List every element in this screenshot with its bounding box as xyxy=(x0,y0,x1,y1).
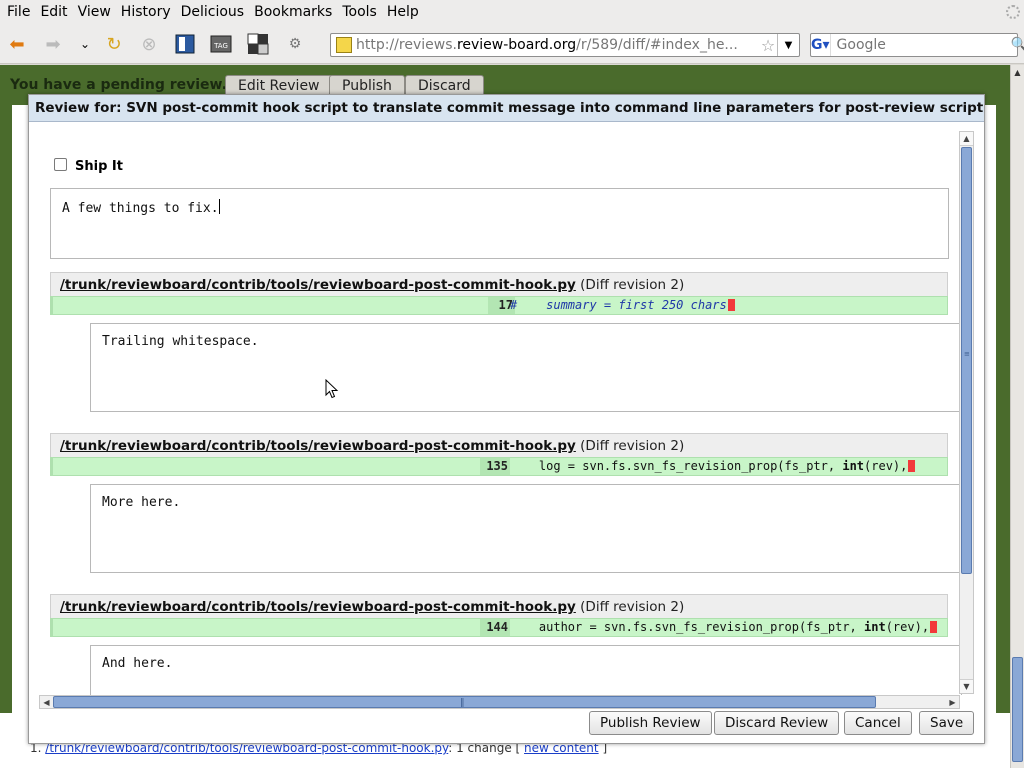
tag-icon[interactable]: TAG xyxy=(210,33,232,55)
diff-line: 144 author = svn.fs.svn_fs_revision_prop… xyxy=(50,618,948,637)
menu-bookmarks[interactable]: Bookmarks xyxy=(249,0,337,25)
pending-review-text: You have a pending review. xyxy=(10,77,227,93)
window-scroll-thumb[interactable] xyxy=(1012,657,1023,762)
menu-tools[interactable]: Tools xyxy=(337,0,382,25)
dialog-vertical-scrollbar[interactable]: ▲ ≡ ▼ xyxy=(959,131,974,694)
ship-it-label: Ship It xyxy=(75,159,123,174)
vertical-scroll-thumb[interactable]: ≡ xyxy=(961,147,972,574)
file-link[interactable]: /trunk/reviewboard/contrib/tools/reviewb… xyxy=(60,277,576,293)
diff-revision: (Diff revision 2) xyxy=(580,599,685,615)
file-header: /trunk/reviewboard/contrib/tools/reviewb… xyxy=(50,272,948,296)
menubar: File Edit View History Delicious Bookmar… xyxy=(0,0,1024,25)
diff-line: 17 # summary = first 250 chars xyxy=(50,296,948,315)
review-dialog: Review for: SVN post-commit hook script … xyxy=(28,94,985,744)
trailing-whitespace-marker xyxy=(727,299,735,311)
scroll-up-icon[interactable]: ▲ xyxy=(1011,65,1024,79)
publish-review-button[interactable]: Publish Review xyxy=(589,711,712,735)
diff-comment: /trunk/reviewboard/contrib/tools/reviewb… xyxy=(50,594,948,637)
body-top-textarea[interactable]: A few things to fix. xyxy=(50,188,949,259)
comment-text: Trailing whitespace. xyxy=(102,334,259,349)
stop-icon[interactable]: ⊗ xyxy=(138,33,160,55)
google-engine-icon[interactable]: G▾ xyxy=(811,34,831,56)
code-text: # summary = first 250 chars xyxy=(510,297,735,314)
code-text: log = svn.fs.svn_fs_revision_prop(fs_ptr… xyxy=(510,458,916,475)
discard-review-button[interactable]: Discard Review xyxy=(714,711,840,735)
svg-text:TAG: TAG xyxy=(213,42,228,50)
extension-icon[interactable]: ⚙ xyxy=(284,33,306,55)
comment-textarea[interactable]: And here. xyxy=(90,645,962,695)
search-input[interactable] xyxy=(830,37,1011,53)
forward-icon[interactable]: ➡ xyxy=(42,33,64,55)
navigation-toolbar: ⬅ ➡ ⌄ ↻ ⊗ TAG ⚙ http://reviews.review-bo… xyxy=(0,25,1024,64)
menu-delicious[interactable]: Delicious xyxy=(176,0,250,25)
ship-it-row: Ship It xyxy=(54,155,123,174)
grip-icon: ≡ xyxy=(964,350,970,358)
line-number: 144 xyxy=(480,619,510,636)
search-icon[interactable]: 🔍 xyxy=(1011,37,1024,53)
url-bar[interactable]: http://reviews.review-board.org/r/589/di… xyxy=(330,33,800,57)
cancel-button[interactable]: Cancel xyxy=(844,711,912,735)
page-left-border xyxy=(0,105,12,713)
url-text[interactable]: http://reviews.review-board.org/r/589/di… xyxy=(356,37,759,53)
diff-line: 135 log = svn.fs.svn_fs_revision_prop(fs… xyxy=(50,457,948,476)
menu-history[interactable]: History xyxy=(116,0,176,25)
dialog-body: Ship It A few things to fix. /trunk/revi… xyxy=(29,123,984,695)
diff-revision: (Diff revision 2) xyxy=(580,438,685,454)
diff-revision: (Diff revision 2) xyxy=(580,277,685,293)
menu-edit[interactable]: Edit xyxy=(35,0,72,25)
throbber-icon xyxy=(1006,5,1020,19)
horizontal-scroll-thumb[interactable]: ‖ xyxy=(53,696,876,708)
window-scrollbar[interactable]: ▲ xyxy=(1010,65,1024,768)
diff-comment: /trunk/reviewboard/contrib/tools/reviewb… xyxy=(50,272,948,315)
page-right-border xyxy=(996,105,1010,713)
file-link[interactable]: /trunk/reviewboard/contrib/tools/reviewb… xyxy=(60,438,576,454)
code-text: author = svn.fs.svn_fs_revision_prop(fs_… xyxy=(510,619,938,636)
trailing-whitespace-marker xyxy=(930,621,938,633)
save-button[interactable]: Save xyxy=(919,711,975,735)
ship-it-checkbox[interactable] xyxy=(54,158,67,171)
scroll-up-icon[interactable]: ▲ xyxy=(960,132,973,146)
dialog-horizontal-scrollbar[interactable]: ◀ ‖ ▶ xyxy=(39,695,960,709)
bookmark-page-icon[interactable] xyxy=(174,33,196,55)
menu-file[interactable]: File xyxy=(2,0,35,25)
file-header: /trunk/reviewboard/contrib/tools/reviewb… xyxy=(50,594,948,618)
line-number: 135 xyxy=(480,458,510,475)
bookmark-star-icon[interactable]: ☆ xyxy=(759,36,777,55)
mouse-cursor-icon xyxy=(325,379,339,399)
scroll-right-icon[interactable]: ▶ xyxy=(946,696,959,708)
scroll-down-icon[interactable]: ▼ xyxy=(960,679,973,693)
search-bar: G▾ 🔍 xyxy=(810,33,1024,57)
file-link[interactable]: /trunk/reviewboard/contrib/tools/reviewb… xyxy=(60,599,576,615)
dialog-title: Review for: SVN post-commit hook script … xyxy=(29,95,984,122)
trailing-whitespace-marker xyxy=(908,460,916,472)
text-caret xyxy=(218,199,220,214)
comment-textarea[interactable]: More here. xyxy=(90,484,962,573)
url-dropdown-icon[interactable]: ▼ xyxy=(777,34,799,56)
comment-textarea[interactable]: Trailing whitespace. xyxy=(90,323,962,412)
history-dropdown-icon[interactable]: ⌄ xyxy=(74,33,96,55)
comment-text: More here. xyxy=(102,495,181,510)
delicious-icon[interactable] xyxy=(247,33,269,55)
comment-text: And here. xyxy=(102,656,173,671)
file-header: /trunk/reviewboard/contrib/tools/reviewb… xyxy=(50,433,948,457)
back-icon[interactable]: ⬅ xyxy=(6,33,28,55)
site-identity-icon[interactable] xyxy=(336,37,352,53)
menu-view[interactable]: View xyxy=(73,0,116,25)
menu-help[interactable]: Help xyxy=(382,0,424,25)
reload-icon[interactable]: ↻ xyxy=(103,33,125,55)
body-top-text: A few things to fix. xyxy=(62,201,219,216)
grip-icon: ‖ xyxy=(460,698,465,708)
scroll-left-icon[interactable]: ◀ xyxy=(40,696,53,708)
diff-comment: /trunk/reviewboard/contrib/tools/reviewb… xyxy=(50,433,948,476)
